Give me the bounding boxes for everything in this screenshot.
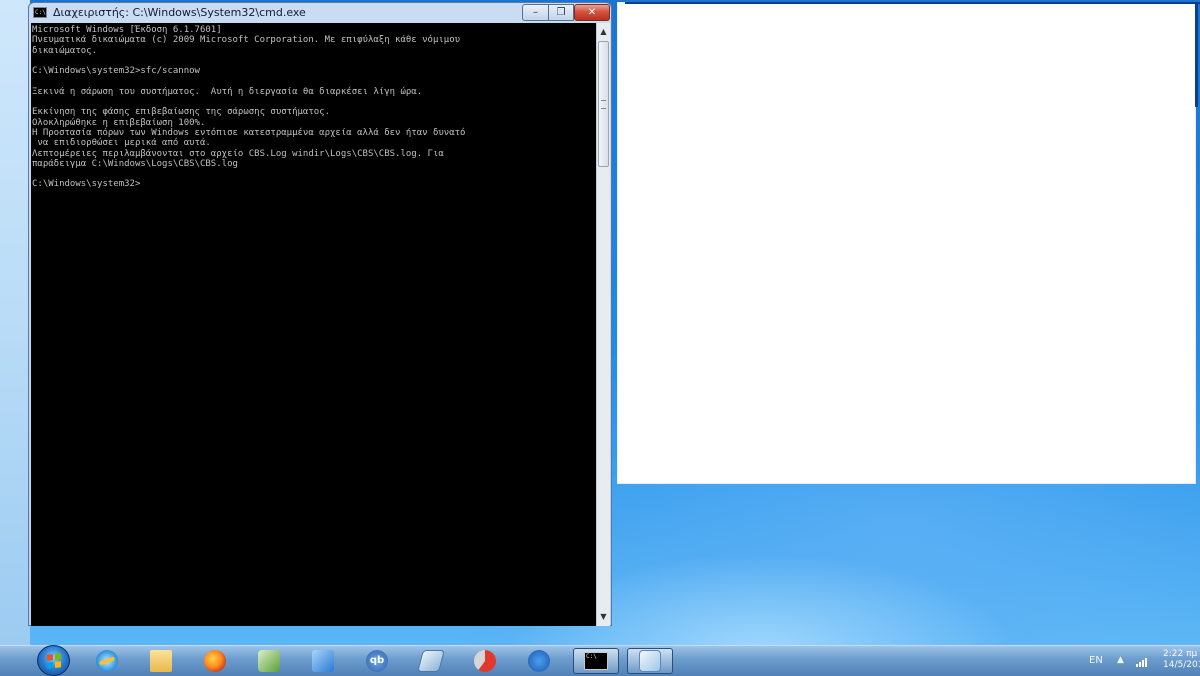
window-top-border [625, 2, 1200, 4]
clock-date: 14/5/2017 [1163, 660, 1200, 670]
console-line: Microsoft Windows [Έκδοση 6.1.7601] [32, 25, 222, 35]
command-prompt-window[interactable]: C:\ Διαχειριστής: C:\Windows\System32\cm… [28, 2, 612, 626]
blank-window-area [617, 2, 1196, 484]
taskbar-device-manager[interactable] [411, 648, 451, 674]
taskbar-control-panel[interactable] [627, 648, 673, 674]
control-panel-icon [639, 650, 661, 672]
windows-logo-icon [47, 653, 61, 669]
minimize-button[interactable]: – [522, 4, 549, 21]
minimize-icon: – [533, 7, 538, 18]
ccleaner-icon [474, 650, 496, 672]
console-text[interactable]: Microsoft Windows [Έκδοση 6.1.7601] Πνευ… [31, 23, 596, 190]
scrollbar-grip [601, 100, 606, 109]
title-bar[interactable]: C:\ Διαχειριστής: C:\Windows\System32\cm… [29, 3, 611, 23]
scroll-down-arrow-icon[interactable]: ▼ [597, 610, 610, 624]
window-title: Διαχειριστής: C:\Windows\System32\cmd.ex… [53, 6, 306, 19]
close-button[interactable]: ✕ [574, 4, 610, 21]
console-line: Πνευματικά δικαιώματα (c) 2009 Microsoft… [32, 35, 461, 46]
firefox-icon [204, 650, 226, 672]
close-icon: ✕ [587, 7, 597, 18]
system-clock[interactable]: 2:22 πμ 14/5/2017 [1163, 649, 1200, 671]
taskbar-malwarebytes[interactable] [519, 648, 559, 674]
console-line: Ξεκινά η σάρωση του συστήματος. Αυτή η δ… [32, 86, 423, 97]
window-right-border [1195, 2, 1198, 107]
console-line: Ολοκληρώθηκε η επιβεβαίωση 100%. [32, 117, 206, 128]
clock-time: 2:22 πμ [1163, 649, 1198, 659]
taskbar-command-prompt[interactable]: C:\ [573, 648, 619, 674]
console-line: C:\Windows\system32> [32, 179, 141, 190]
file-explorer-folder-icon [150, 650, 172, 672]
utility-app-icon [258, 650, 280, 672]
taskbar-internet-explorer[interactable] [87, 648, 127, 674]
vertical-scrollbar[interactable]: ▲ ▼ [596, 23, 610, 626]
console-line: C:\Windows\system32>sfc/scannow [32, 66, 200, 77]
desktop-left-edge [0, 0, 30, 645]
maximize-button[interactable]: ❐ [548, 4, 574, 21]
taskbar: qb C:\ EN ▲ 2:22 πμ 14/5/2017 [0, 645, 1200, 676]
taskbar-firefox[interactable] [195, 648, 235, 674]
language-indicator[interactable]: EN [1089, 655, 1103, 666]
taskbar-file-explorer[interactable] [141, 648, 181, 674]
console-line: δικαιώματος. [32, 45, 98, 56]
taskbar-ccleaner[interactable] [465, 648, 505, 674]
console-output[interactable]: Microsoft Windows [Έκδοση 6.1.7601] Πνευ… [31, 23, 596, 626]
scrollbar-thumb[interactable] [598, 41, 609, 167]
taskbar-qbittorrent[interactable]: qb [357, 648, 397, 674]
console-line: Η Προστασία πόρων των Windows εντόπισε κ… [32, 127, 466, 138]
taskbar-search-tool[interactable] [303, 648, 343, 674]
qbittorrent-icon: qb [366, 650, 388, 672]
taskbar-utility-app[interactable] [249, 648, 289, 674]
maximize-icon: ❐ [556, 7, 566, 18]
malwarebytes-icon [528, 650, 550, 672]
console-line: Εκκίνηση της φάσης επιβεβαίωσης της σάρω… [32, 107, 331, 118]
scroll-up-arrow-icon[interactable]: ▲ [597, 25, 610, 39]
cmd-title-icon[interactable]: C:\ [33, 7, 47, 18]
start-button[interactable] [37, 645, 70, 676]
signal-bars-icon[interactable] [1136, 657, 1150, 667]
show-hidden-icons-arrow-icon[interactable]: ▲ [1117, 655, 1124, 665]
command-prompt-icon: C:\ [584, 652, 608, 670]
console-line: Λεπτομέρειες περιλαμβάνονται στο αρχείο … [32, 148, 444, 159]
internet-explorer-icon [96, 650, 118, 672]
console-line: να επιδιορθώσει μερικά από αυτά. [32, 138, 211, 149]
device-manager-icon [417, 650, 445, 672]
search-tool-icon [312, 650, 334, 672]
console-line: παράδειγμα C:\Windows\Logs\CBS\CBS.log [32, 158, 238, 169]
